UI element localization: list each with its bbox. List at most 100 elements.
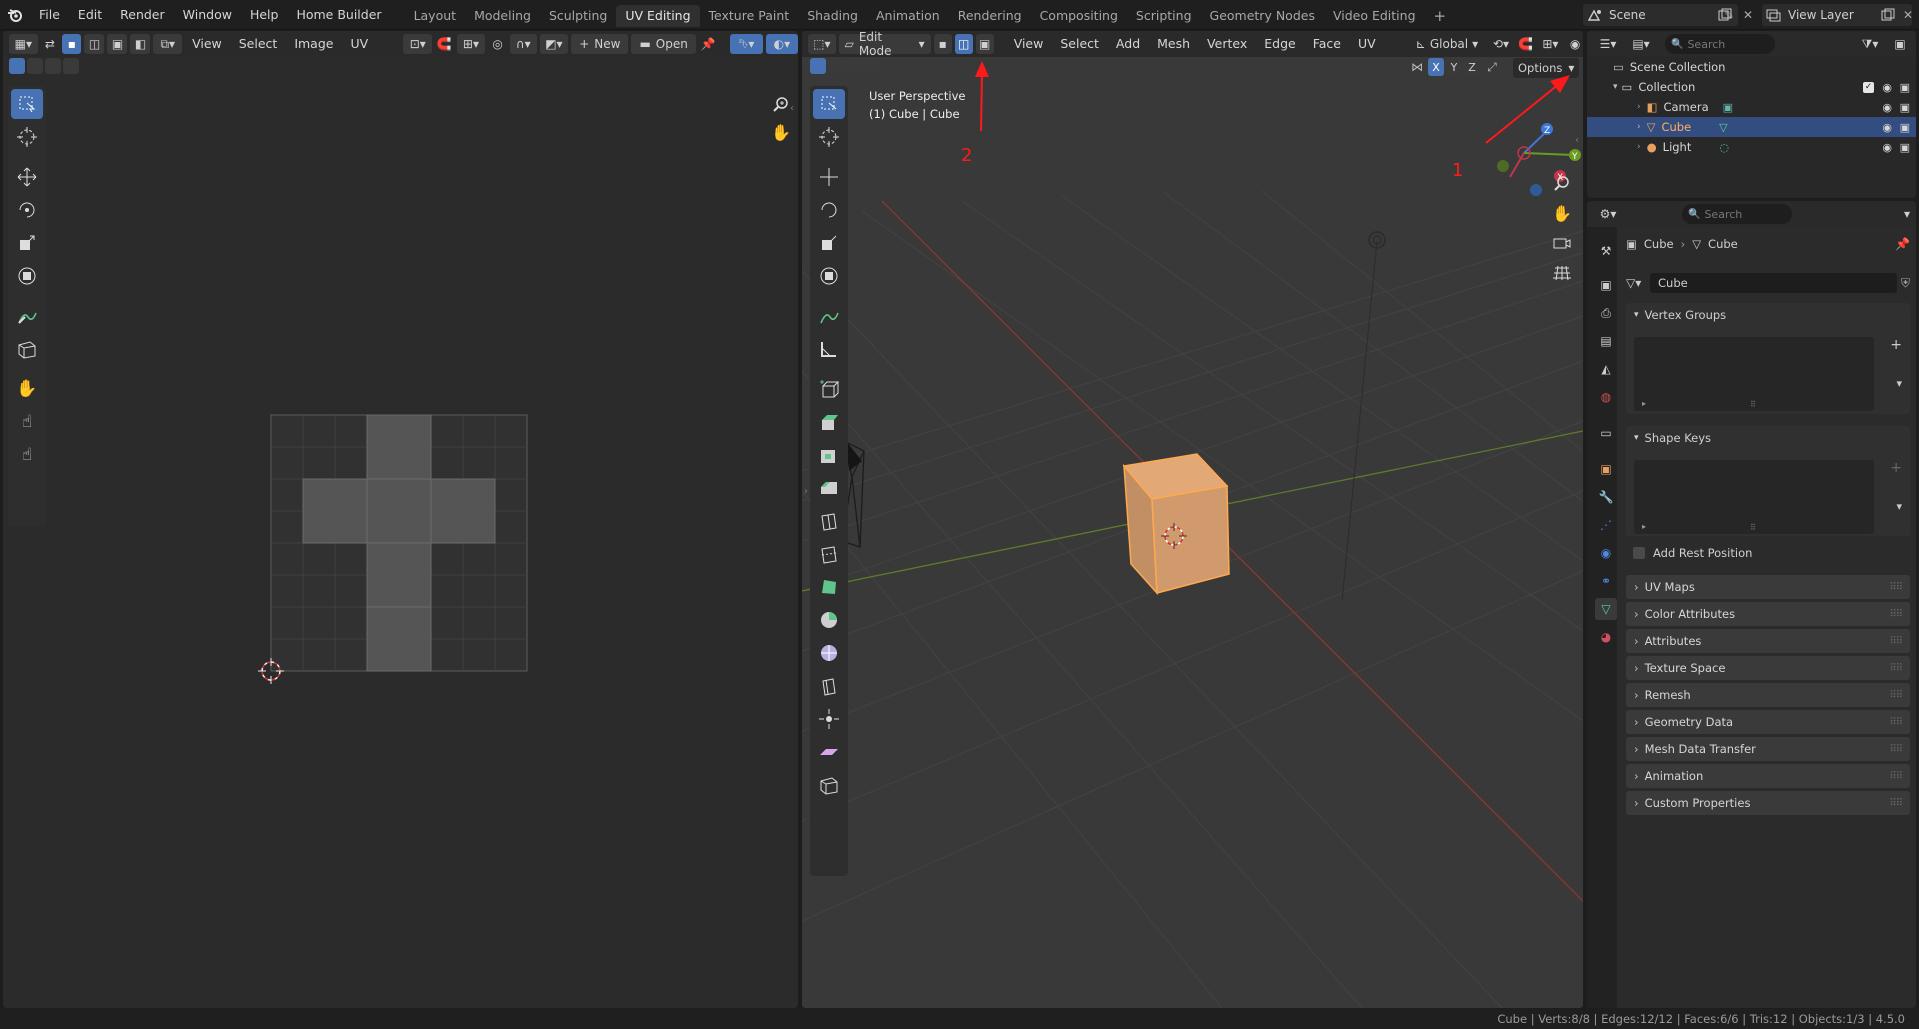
tab-rendering[interactable]: Rendering bbox=[949, 5, 1031, 27]
tab-uv-editing[interactable]: UV Editing bbox=[616, 4, 700, 27]
poly-build-tool[interactable] bbox=[813, 572, 845, 602]
smooth-tool[interactable] bbox=[813, 638, 845, 668]
edge-slide-tool[interactable] bbox=[813, 671, 845, 701]
menu-window[interactable]: Window bbox=[174, 0, 241, 30]
camera-render-icon[interactable]: ▣ bbox=[1900, 141, 1910, 154]
chevron-right-icon[interactable]: › bbox=[1637, 142, 1641, 152]
extrude-tool[interactable] bbox=[813, 407, 845, 437]
collection-tab-icon[interactable]: ▭ bbox=[1595, 422, 1617, 444]
face-select-button[interactable]: ▣ bbox=[975, 34, 994, 54]
tab-compositing[interactable]: Compositing bbox=[1031, 5, 1127, 27]
tab-texture-paint[interactable]: Texture Paint bbox=[700, 5, 799, 27]
select-extend-button[interactable] bbox=[828, 58, 844, 74]
chevron-down-icon[interactable]: ▾ bbox=[1904, 207, 1910, 221]
vertex-groups-list[interactable]: ▸ ⠿ bbox=[1634, 337, 1874, 411]
tab-modeling[interactable]: Modeling bbox=[465, 5, 540, 27]
shrink-fatten-tool[interactable] bbox=[813, 704, 845, 734]
scene-collection-row[interactable]: ▭ Scene Collection bbox=[1587, 57, 1916, 77]
world-tab-icon[interactable]: ◍ bbox=[1595, 386, 1617, 408]
add-rest-position-row[interactable]: Add Rest Position bbox=[1633, 546, 1752, 560]
menu-file[interactable]: File bbox=[30, 0, 69, 30]
tool-tab-icon[interactable]: ⚒ bbox=[1595, 240, 1617, 262]
output-tab-icon[interactable]: ⎙ bbox=[1595, 302, 1617, 324]
pivot-button[interactable]: ⟲▾ bbox=[1487, 34, 1515, 54]
viewport-menu-select[interactable]: Select bbox=[1053, 34, 1106, 54]
viewport-menu-edge[interactable]: Edge bbox=[1257, 34, 1302, 54]
tab-sculpting[interactable]: Sculpting bbox=[540, 5, 616, 27]
viewport-menu-face[interactable]: Face bbox=[1306, 34, 1348, 54]
menu-help[interactable]: Help bbox=[241, 0, 288, 30]
annotate-tool[interactable] bbox=[813, 301, 845, 331]
render-tab-icon[interactable]: ▣ bbox=[1595, 274, 1617, 296]
vertex-group-specials-button[interactable]: ▾ bbox=[1896, 377, 1902, 390]
camera-data-icon[interactable]: ▣ bbox=[1723, 101, 1733, 114]
scene-tab-icon[interactable]: ◭ bbox=[1595, 358, 1617, 380]
snap-options-button[interactable]: ⊞▾ bbox=[1536, 34, 1565, 54]
shape-key-specials-button[interactable]: ▾ bbox=[1896, 500, 1902, 513]
drag-handle-icon[interactable]: ⠿⠿ bbox=[1889, 663, 1903, 674]
custom-properties-panel[interactable]: › Custom Properties ⠿⠿ bbox=[1626, 791, 1910, 815]
drag-handle-icon[interactable]: ⠿⠿ bbox=[1889, 717, 1903, 728]
tab-geometry-nodes[interactable]: Geometry Nodes bbox=[1201, 5, 1324, 27]
view-layer-tab-icon[interactable]: ▤ bbox=[1595, 330, 1617, 352]
auto-merge-icon[interactable]: ⤢ bbox=[1482, 60, 1502, 75]
drag-handle-icon[interactable]: ⠿⠿ bbox=[1889, 609, 1903, 620]
viewport-menu-mesh[interactable]: Mesh bbox=[1150, 34, 1197, 54]
delete-view-layer-icon[interactable]: ✕ bbox=[1900, 6, 1916, 24]
pan-icon[interactable]: ✋ bbox=[1550, 201, 1574, 225]
menu-edit[interactable]: Edit bbox=[69, 0, 111, 30]
add-vertex-group-button[interactable]: + bbox=[1890, 337, 1902, 353]
shape-keys-list[interactable]: ▸ ⠿ bbox=[1634, 460, 1874, 534]
eye-icon[interactable]: ◉ bbox=[1882, 121, 1892, 134]
select-new-button[interactable] bbox=[810, 58, 826, 74]
remesh-panel[interactable]: › Remesh ⠿⠿ bbox=[1626, 683, 1910, 707]
drag-handle-icon[interactable]: ⠿⠿ bbox=[1889, 582, 1903, 593]
constraints-tab-icon[interactable]: ⚭ bbox=[1595, 570, 1617, 592]
drag-handle-icon[interactable]: ⠿⠿ bbox=[1889, 690, 1903, 701]
move-tool[interactable] bbox=[813, 162, 845, 192]
select-subtract-button[interactable] bbox=[846, 58, 862, 74]
rip-region-tool[interactable] bbox=[813, 770, 845, 800]
modifier-tab-icon[interactable]: 🔧 bbox=[1595, 486, 1617, 508]
viewport-menu-add[interactable]: Add bbox=[1109, 34, 1147, 54]
viewport-editor-type-button[interactable]: ⬚▾ bbox=[808, 34, 836, 54]
outliner-item-camera[interactable]: › ◧ Camera ▣ ◉ ▣ bbox=[1587, 97, 1916, 117]
new-view-layer-icon[interactable] bbox=[1880, 6, 1896, 24]
mirror-z-toggle[interactable]: Z bbox=[1464, 58, 1480, 76]
eye-icon[interactable]: ◉ bbox=[1882, 101, 1892, 114]
display-mode-button[interactable]: ▤▾ bbox=[1626, 34, 1656, 54]
delete-scene-icon[interactable]: ✕ bbox=[1740, 6, 1756, 24]
add-shape-key-button[interactable]: + bbox=[1890, 460, 1902, 476]
camera-render-icon[interactable]: ▣ bbox=[1900, 121, 1910, 134]
proportional-toggle-icon[interactable]: ◉ bbox=[1567, 37, 1583, 51]
options-button[interactable]: Options ▾ bbox=[1513, 58, 1580, 78]
menu-home-builder[interactable]: Home Builder bbox=[287, 0, 390, 30]
viewport-menu-view[interactable]: View bbox=[1007, 34, 1051, 54]
properties-editor-type-button[interactable]: ⚙▾ bbox=[1593, 204, 1623, 224]
viewport-menu-vertex[interactable]: Vertex bbox=[1200, 34, 1254, 54]
vertex-groups-header[interactable]: ▾ Vertex Groups bbox=[1626, 303, 1910, 327]
chevron-right-icon[interactable]: › bbox=[1637, 102, 1641, 112]
select-box-tool[interactable] bbox=[813, 89, 845, 119]
loop-cut-tool[interactable] bbox=[813, 506, 845, 536]
list-resize-handle[interactable]: ⠿ bbox=[1750, 400, 1756, 409]
camera-view-icon[interactable] bbox=[1550, 231, 1574, 255]
properties-search[interactable]: 🔍 Search bbox=[1682, 204, 1792, 224]
collection-row[interactable]: ▾ ▭ Collection ✓ ◉ ▣ bbox=[1587, 77, 1916, 97]
mirror-y-toggle[interactable]: Y bbox=[1446, 58, 1462, 76]
list-resize-handle[interactable]: ⠿ bbox=[1750, 523, 1756, 532]
outliner-side-toggle[interactable] bbox=[1592, 119, 1608, 135]
particles-tab-icon[interactable]: ⋰ bbox=[1595, 514, 1617, 536]
scale-tool[interactable] bbox=[813, 228, 845, 258]
outliner-editor-type-button[interactable]: ☰▾ bbox=[1593, 34, 1623, 54]
eye-icon[interactable]: ◉ bbox=[1882, 141, 1892, 154]
toolbar-collapse-arrow[interactable]: › bbox=[804, 486, 808, 497]
pin-icon[interactable]: 📌 bbox=[1895, 237, 1910, 251]
texture-space-panel[interactable]: › Texture Space ⠿⠿ bbox=[1626, 656, 1910, 680]
drag-handle-icon[interactable]: ⠿⠿ bbox=[1889, 744, 1903, 755]
menu-render[interactable]: Render bbox=[111, 0, 174, 30]
mesh-data-tab-icon[interactable]: ▽ bbox=[1595, 598, 1617, 620]
uv-maps-panel[interactable]: › UV Maps ⠿⠿ bbox=[1626, 575, 1910, 599]
cursor-tool[interactable] bbox=[813, 122, 845, 152]
color-attributes-panel[interactable]: › Color Attributes ⠿⠿ bbox=[1626, 602, 1910, 626]
